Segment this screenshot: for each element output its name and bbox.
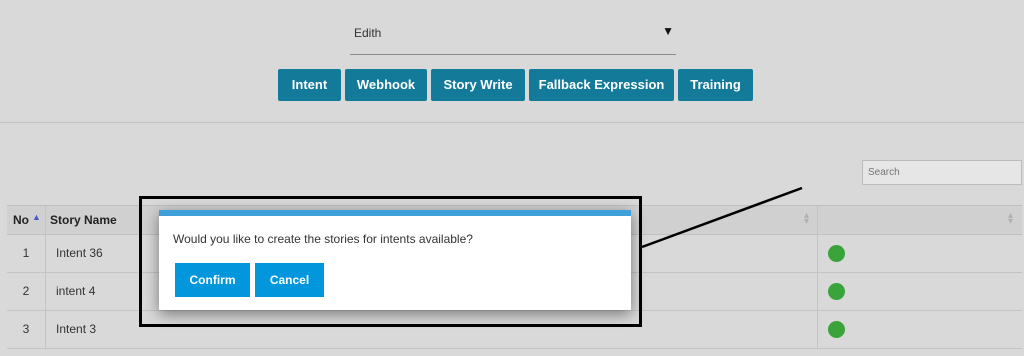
dialog-message: Would you like to create the stories for…: [173, 232, 473, 246]
confirm-dialog: Would you like to create the stories for…: [159, 210, 631, 310]
confirm-button[interactable]: Confirm: [175, 263, 250, 297]
dialog-top-bar: [159, 210, 631, 216]
cancel-button[interactable]: Cancel: [255, 263, 324, 297]
